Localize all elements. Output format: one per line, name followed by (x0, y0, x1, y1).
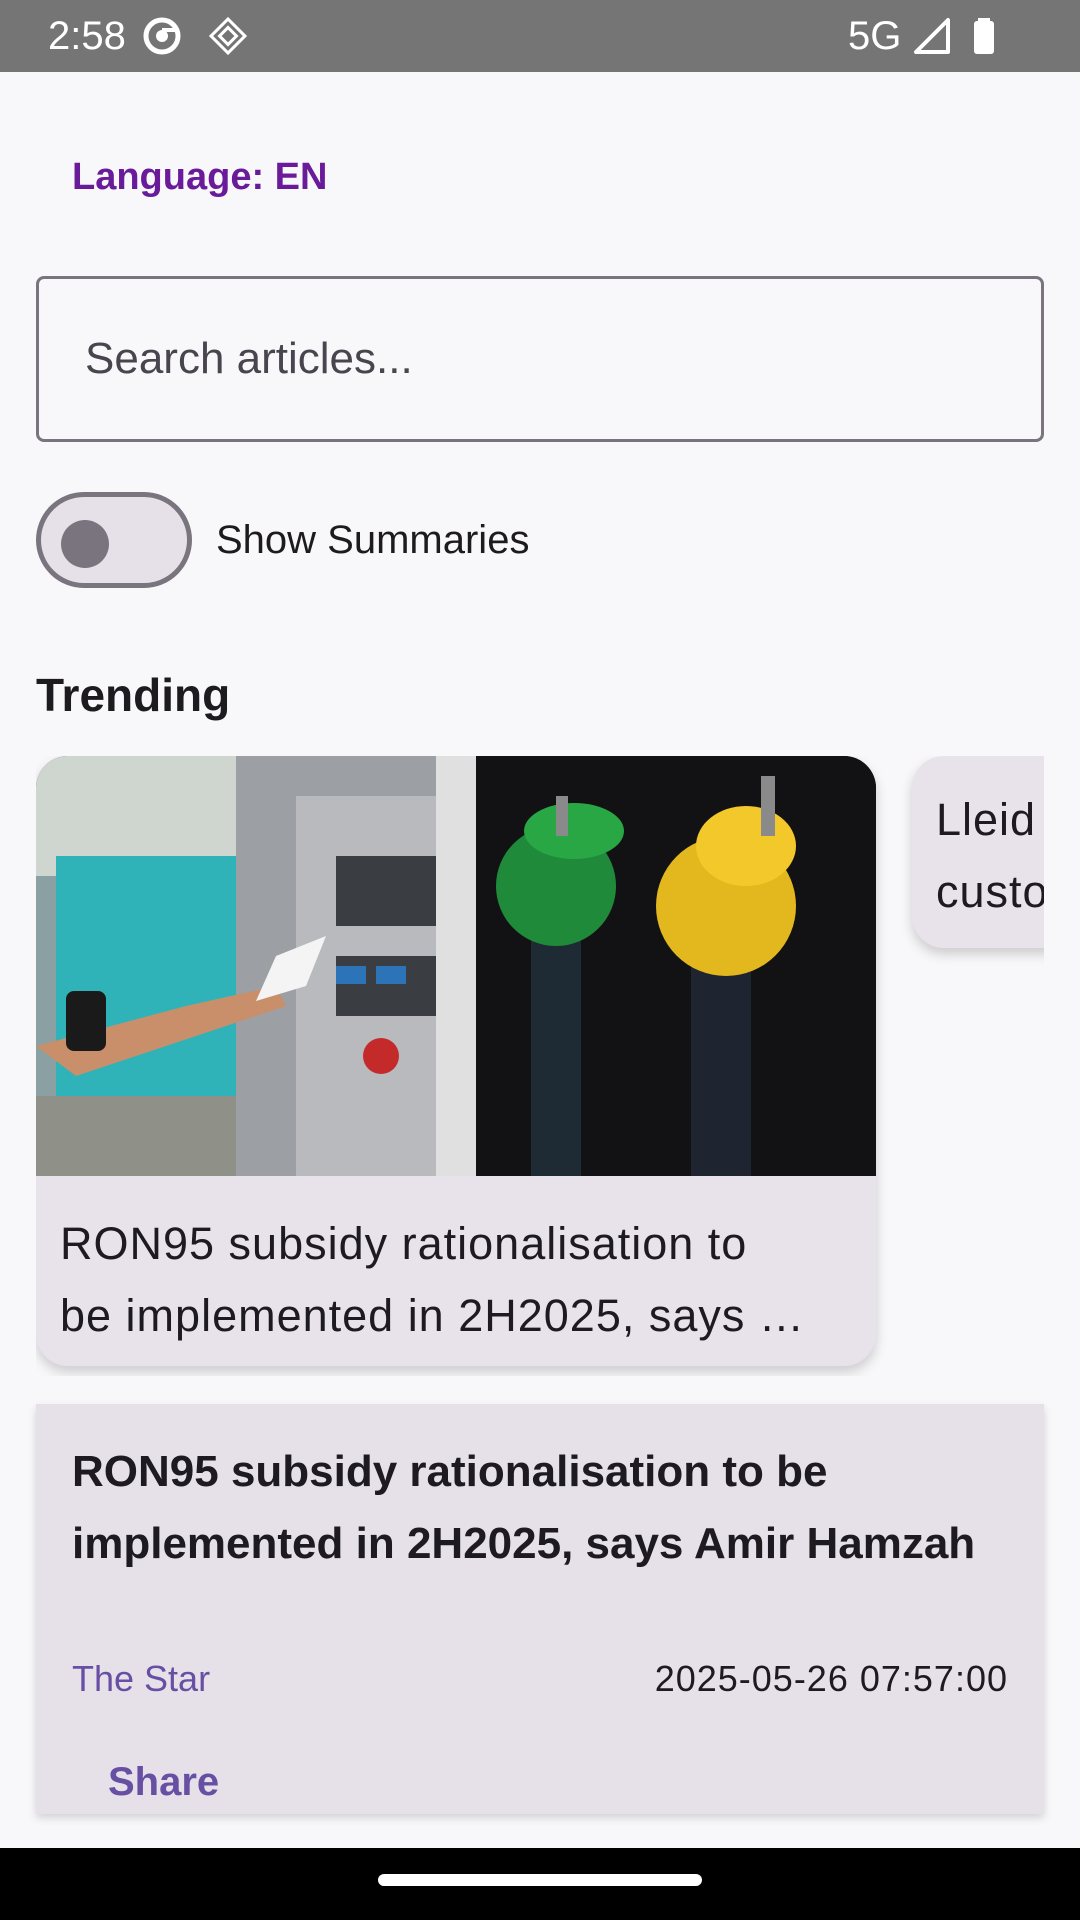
show-summaries-switch[interactable] (36, 492, 192, 588)
show-summaries-label: Show Summaries (216, 518, 530, 562)
signal-icon (914, 18, 950, 54)
article-date: 2025-05-26 07:57:00 (654, 1658, 1008, 1699)
trending-card-text: Lleid custo (936, 794, 1044, 917)
system-nav-bar (0, 1848, 1080, 1920)
chrome-icon (143, 17, 181, 55)
switch-thumb (61, 520, 109, 568)
trending-card-text: RON95 subsidy rationalisation to be impl… (60, 1218, 805, 1341)
fuel-pump-image (36, 756, 876, 1176)
status-time: 2:58 (48, 14, 126, 58)
language-selector[interactable]: Language: EN (72, 156, 327, 199)
network-type: 5G (848, 14, 902, 58)
trending-heading: Trending (36, 669, 231, 721)
article-card[interactable]: RON95 subsidy rationalisation to be impl… (36, 1404, 1044, 1814)
search-input[interactable] (36, 276, 1044, 442)
trending-carousel[interactable]: RON95 subsidy rationalisation to be impl… (36, 756, 1044, 1376)
trending-card[interactable]: Lleid custo (912, 756, 1044, 948)
share-button[interactable]: Share (108, 1760, 219, 1805)
status-bar: 2:58 5G (0, 0, 1080, 72)
screen: 2:58 5G Language: EN Show Summaries Tren… (0, 0, 1080, 1920)
home-handle[interactable] (378, 1874, 702, 1886)
article-title: RON95 subsidy rationalisation to be impl… (72, 1447, 976, 1568)
trending-card[interactable]: RON95 subsidy rationalisation to be impl… (36, 756, 876, 1366)
battery-icon (974, 18, 994, 54)
article-source[interactable]: The Star (72, 1658, 210, 1700)
sync-icon (208, 16, 248, 56)
